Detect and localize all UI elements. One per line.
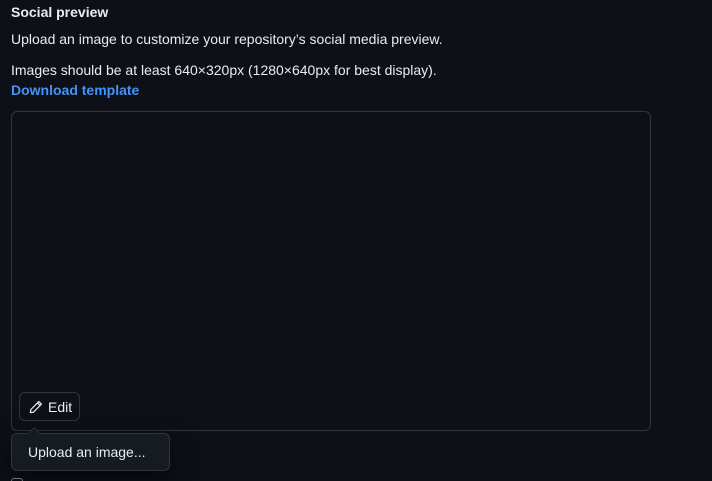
download-template-link[interactable]: Download template	[11, 82, 139, 98]
edit-dropdown-menu: Upload an image...	[11, 427, 170, 471]
social-preview-image-area	[11, 111, 651, 431]
social-preview-section: Social preview Upload an image to custom…	[0, 0, 712, 481]
description-text: Upload an image to customize your reposi…	[11, 31, 443, 47]
upload-image-menu-item[interactable]: Upload an image...	[28, 444, 146, 460]
edit-button[interactable]: Edit	[19, 392, 80, 421]
requirements-text: Images should be at least 640×320px (128…	[11, 62, 437, 78]
section-title: Social preview	[11, 4, 109, 20]
pencil-icon	[29, 400, 43, 414]
edit-button-label: Edit	[48, 398, 73, 415]
